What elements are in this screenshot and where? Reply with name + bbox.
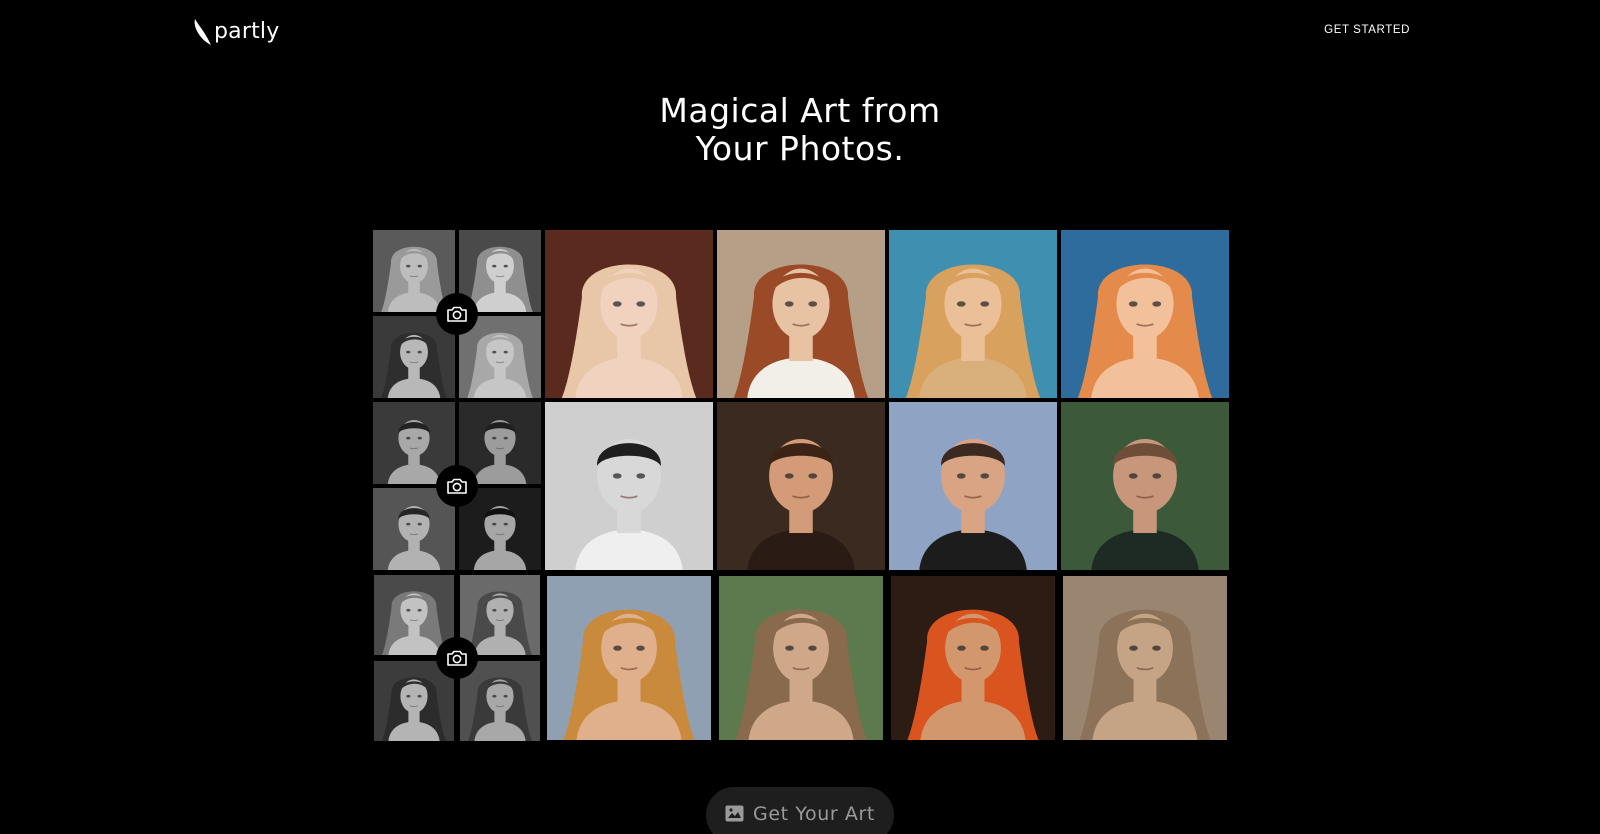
camera-icon[interactable]: [436, 637, 478, 679]
artwork-portrait: [547, 576, 711, 740]
get-your-art-button[interactable]: Get Your Art: [706, 787, 894, 834]
brand-name: partly: [214, 19, 280, 44]
camera-icon[interactable]: [436, 293, 478, 335]
artwork-portrait: [719, 576, 883, 740]
gallery-row: [373, 402, 1229, 570]
portrait-illustration: [545, 402, 713, 570]
source-photo-collage: [373, 230, 541, 398]
portrait-illustration: [717, 402, 885, 570]
source-photo: [460, 661, 540, 741]
portrait-illustration: [889, 230, 1057, 398]
brand-logo[interactable]: partly: [193, 17, 279, 47]
artwork-portrait: [889, 402, 1057, 570]
hero-title: Magical Art from Your Photos.: [0, 92, 1600, 168]
portrait-illustration: [547, 576, 711, 740]
portrait-illustration: [1061, 402, 1229, 570]
portrait-illustration: [891, 576, 1055, 740]
portrait-illustration: [1061, 230, 1229, 398]
source-photo-collage: [373, 574, 541, 742]
artwork-portrait: [891, 576, 1055, 740]
artwork-portrait: [1063, 576, 1227, 740]
image-icon: [725, 805, 744, 822]
landing-page: partly GET STARTED Magical Art from Your…: [0, 0, 1600, 834]
camera-icon[interactable]: [436, 465, 478, 507]
artwork-portrait: [1061, 230, 1229, 398]
gallery-row: [373, 574, 1227, 742]
artwork-portrait: [717, 402, 885, 570]
portrait-illustration: [1063, 576, 1227, 740]
leaf-logo-icon: [194, 19, 211, 45]
hero-title-line-2: Your Photos.: [695, 129, 905, 168]
source-photo-collage: [373, 402, 541, 570]
gallery-row: [373, 230, 1229, 398]
portrait-illustration: [545, 230, 713, 398]
artwork-portrait: [545, 402, 713, 570]
artwork-portrait: [717, 230, 885, 398]
portrait-illustration: [460, 661, 540, 741]
artwork-portrait: [1061, 402, 1229, 570]
portrait-illustration: [719, 576, 883, 740]
get-started-link[interactable]: GET STARTED: [1324, 24, 1410, 36]
artwork-portrait: [889, 230, 1057, 398]
portrait-illustration: [889, 402, 1057, 570]
get-your-art-label: Get Your Art: [753, 803, 875, 825]
artwork-portrait: [545, 230, 713, 398]
portrait-illustration: [717, 230, 885, 398]
hero-title-line-1: Magical Art from: [659, 91, 941, 130]
